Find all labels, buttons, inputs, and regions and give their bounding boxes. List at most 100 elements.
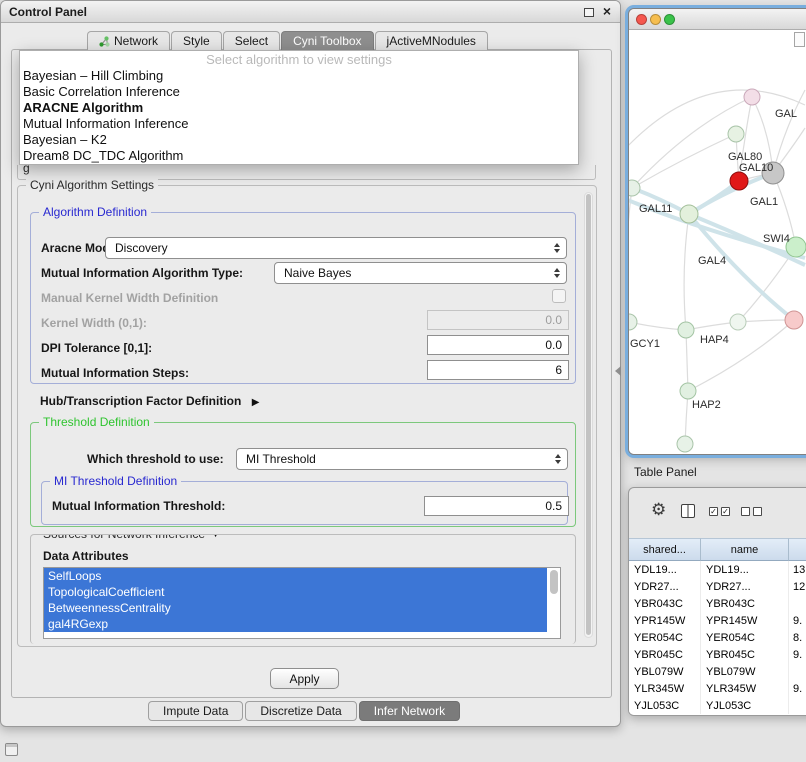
column-header-name[interactable]: name: [701, 538, 789, 561]
traffic-light-minimize[interactable]: [650, 14, 661, 25]
table-row[interactable]: YLR345WYLR345W9.: [629, 680, 806, 697]
table-row[interactable]: YBL079WYBL079W: [629, 663, 806, 680]
network-edge: [629, 322, 686, 330]
collapse-down-icon[interactable]: ▼: [211, 534, 220, 539]
kernel-width-field: 0.0: [427, 310, 569, 330]
mi-algorithm-type-label: Mutual Information Algorithm Type:: [41, 266, 243, 280]
network-canvas[interactable]: GALGAL80GAL10GAL11GAL1SWI4GAL4GCY1HAP4HA…: [629, 30, 806, 454]
desktop: { "icons": { "gear": "⚙", "close": "×", …: [0, 0, 806, 762]
algorithm-option-dream8-dc-tdc-algorithm[interactable]: Dream8 DC_TDC Algorithm: [20, 148, 578, 164]
algorithm-definition-group: Algorithm Definition Aracne Mode: Discov…: [30, 212, 576, 384]
table-cell: YBL079W: [629, 663, 701, 680]
table-cell: 13: [789, 561, 806, 578]
mi-algorithm-type-value: Naive Bayes: [284, 266, 351, 280]
table-body: YDL19...YDL19...13YDR27...YDR27...12YBR0…: [629, 561, 806, 715]
float-window-icon[interactable]: [584, 8, 594, 17]
network-node[interactable]: [629, 180, 640, 196]
data-attributes-list[interactable]: SelfLoopsTopologicalCoefficientBetweenne…: [43, 567, 561, 639]
algorithm-option-basic-correlation-inference[interactable]: Basic Correlation Inference: [20, 84, 578, 100]
tab-cyni-toolbox[interactable]: Cyni Toolbox: [281, 31, 373, 50]
splitter-collapse-icon[interactable]: [615, 366, 621, 376]
algorithm-option-bayesian-hill-climbing[interactable]: Bayesian – Hill Climbing: [20, 68, 578, 84]
table-panel-title: Table Panel: [634, 465, 697, 479]
mi-algorithm-type-select[interactable]: Naive Bayes: [274, 262, 567, 284]
table-cell: YLR345W: [701, 680, 789, 697]
apply-button[interactable]: Apply: [270, 668, 339, 689]
network-graph[interactable]: GALGAL80GAL10GAL11GAL1SWI4GAL4GCY1HAP4HA…: [629, 30, 806, 454]
table-row[interactable]: YBR045CYBR045C9.: [629, 646, 806, 663]
traffic-light-zoom[interactable]: [664, 14, 675, 25]
list-scrollbar-thumb[interactable]: [550, 570, 558, 594]
table-cell: YER054C: [629, 629, 701, 646]
network-node[interactable]: [728, 126, 744, 142]
table-row[interactable]: YJL053CYJL053C: [629, 697, 806, 714]
close-icon[interactable]: ×: [603, 3, 611, 19]
algorithm-option-mutual-information-inference[interactable]: Mutual Information Inference: [20, 116, 578, 132]
columns-icon[interactable]: [681, 504, 695, 518]
table-row[interactable]: YER054CYER054C8.: [629, 629, 806, 646]
network-node[interactable]: [744, 89, 760, 105]
window-title: Control Panel: [9, 5, 87, 19]
aracne-mode-select[interactable]: Discovery: [105, 237, 567, 259]
column-header-shared-name[interactable]: shared...: [629, 538, 701, 561]
table-cell: [789, 595, 806, 612]
table-cell: 9.: [789, 680, 806, 697]
threshold-definition-group: Threshold Definition Which threshold to …: [30, 422, 576, 527]
control-panel-titlebar[interactable]: Control Panel ×: [1, 1, 620, 23]
deselect-all-icon[interactable]: [741, 507, 762, 516]
bottom-tab-discretize-data[interactable]: Discretize Data: [245, 701, 356, 721]
table-row[interactable]: YPR145WYPR145W9.: [629, 612, 806, 629]
gear-icon[interactable]: ⚙: [651, 501, 666, 518]
mi-steps-label: Mutual Information Steps:: [41, 366, 189, 380]
canvas-scrollbar-fragment[interactable]: [794, 32, 805, 47]
kernel-width-label: Kernel Width (0,1):: [41, 316, 147, 330]
node-label: GAL11: [639, 203, 672, 215]
control-panel-window: Control Panel × NetworkStyleSelectCyni T…: [0, 0, 621, 727]
table-cell: YDR27...: [701, 578, 789, 595]
dpi-tolerance-field[interactable]: 0.0: [427, 335, 569, 355]
attribute-item-gal4rgexp[interactable]: gal4RGexp: [44, 616, 547, 632]
network-node[interactable]: [730, 172, 748, 190]
network-node[interactable]: [680, 383, 696, 399]
manual-kernel-width-checkbox: [552, 289, 566, 303]
table-row[interactable]: YDR27...YDR27...12: [629, 578, 806, 595]
node-label: SWI4: [763, 233, 790, 245]
attribute-item-selfloops[interactable]: SelfLoops: [44, 568, 547, 584]
mi-threshold-field[interactable]: 0.5: [424, 496, 569, 516]
table-row[interactable]: YDL19...YDL19...13: [629, 561, 806, 578]
network-node[interactable]: [677, 436, 693, 452]
settings-scrollbar[interactable]: [584, 192, 593, 638]
table-cell: YJL053C: [701, 697, 789, 714]
network-node[interactable]: [678, 322, 694, 338]
expand-right-icon[interactable]: ▶: [252, 397, 260, 408]
tab-select[interactable]: Select: [223, 31, 280, 50]
algorithm-option-aracne-algorithm[interactable]: ARACNE Algorithm: [20, 100, 578, 116]
collapsed-panel-icon[interactable]: [5, 743, 18, 756]
mi-steps-field[interactable]: 6: [427, 360, 569, 380]
network-node[interactable]: [785, 311, 803, 329]
attribute-item-topologicalcoefficient[interactable]: TopologicalCoefficient: [44, 584, 547, 600]
settings-scrollbar-thumb[interactable]: [586, 194, 591, 635]
tab-style[interactable]: Style: [171, 31, 222, 50]
network-icon: [99, 36, 110, 47]
select-all-icon[interactable]: ✓ ✓: [709, 507, 730, 516]
network-titlebar[interactable]: [629, 9, 806, 30]
network-node[interactable]: [680, 205, 698, 223]
bottom-tab-impute-data[interactable]: Impute Data: [148, 701, 243, 721]
table-cell: YLR345W: [629, 680, 701, 697]
algorithm-select-popup: Select algorithm to view settingsBayesia…: [19, 50, 579, 165]
hub-definition-section[interactable]: Hub/Transcription Factor Definition ▶: [40, 392, 260, 410]
traffic-light-close[interactable]: [636, 14, 647, 25]
tab-network[interactable]: Network: [87, 31, 170, 50]
table-row[interactable]: YBR043CYBR043C: [629, 595, 806, 612]
which-threshold-select[interactable]: MI Threshold: [236, 448, 568, 470]
algorithm-option-bayesian-k2[interactable]: Bayesian – K2: [20, 132, 578, 148]
tab-jactivemnodules[interactable]: jActiveMNodules: [375, 31, 488, 50]
network-node[interactable]: [629, 314, 637, 330]
popup-placeholder: Select algorithm to view settings: [20, 51, 578, 68]
network-node[interactable]: [730, 314, 746, 330]
attribute-item-betweennesscentrality[interactable]: BetweennessCentrality: [44, 600, 547, 616]
column-header-extra[interactable]: [789, 538, 806, 561]
sources-group-title[interactable]: Sources for Network Inference ▼: [39, 534, 224, 541]
bottom-tab-infer-network[interactable]: Infer Network: [359, 701, 460, 721]
